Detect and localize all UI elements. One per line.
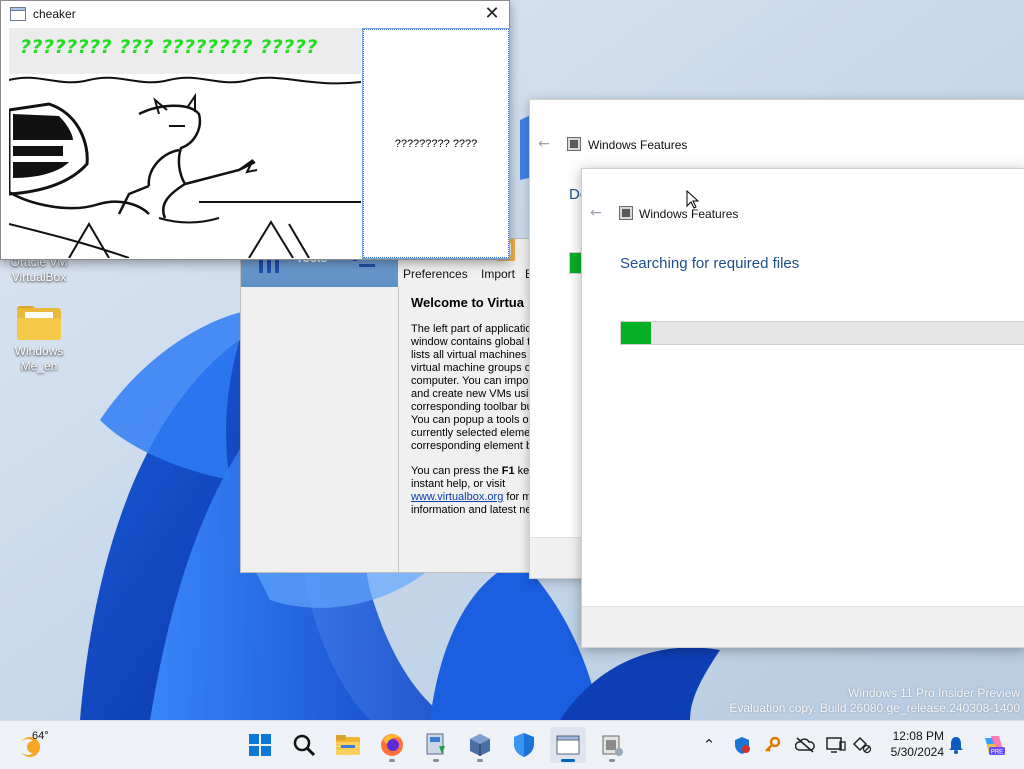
cartoon-drawing xyxy=(9,76,361,258)
desktop-icon-label: Windows xyxy=(14,344,64,358)
taskbar-defender[interactable] xyxy=(506,727,542,763)
folder-icon xyxy=(17,306,61,340)
firefox-icon xyxy=(381,734,403,756)
cheaker-window: cheaker ✕ ???????? ??? ???????? ????? ??… xyxy=(0,0,510,260)
close-button[interactable]: ✕ xyxy=(481,3,503,25)
chevron-up-icon[interactable]: ⌃ xyxy=(699,735,719,755)
defender-alert-icon[interactable] xyxy=(732,735,752,755)
f1-key: F1 xyxy=(501,465,515,477)
app-window-icon xyxy=(556,735,580,755)
check-button-label: ????????? ???? xyxy=(394,138,478,150)
import-button[interactable]: Import xyxy=(481,267,515,281)
shield-alert-icon xyxy=(735,737,750,754)
windows-features-icon xyxy=(619,206,633,220)
desktop-icon-label: Me_en xyxy=(20,359,58,373)
running-indicator xyxy=(433,759,439,762)
progress-fill xyxy=(621,322,652,344)
dialog-footer xyxy=(582,606,1024,647)
running-indicator xyxy=(609,759,615,762)
key-icon[interactable] xyxy=(763,735,783,755)
virtualbox-manager-window: Tools Preferences Import E Welcome to Vi… xyxy=(240,238,542,573)
copilot-glyph: PRE xyxy=(985,736,1005,756)
network-glyph xyxy=(852,736,872,754)
copilot-icon[interactable]: PRE xyxy=(980,735,1006,756)
mouse-pointer-icon xyxy=(686,190,700,209)
welcome-heading: Welcome to Virtua xyxy=(411,295,524,310)
taskbar-windows-features[interactable] xyxy=(594,727,630,763)
display-icon[interactable] xyxy=(826,735,846,755)
back-arrow-icon[interactable]: ← xyxy=(538,136,550,152)
progress-bar xyxy=(620,321,1024,345)
clock-time: 12:08 PM xyxy=(892,729,944,743)
active-indicator xyxy=(561,759,575,762)
monitor-glyph xyxy=(826,737,846,753)
cloud-glyph xyxy=(795,737,815,753)
machine-list-pane[interactable] xyxy=(241,287,399,572)
banner: ???????? ??? ???????? ????? xyxy=(9,28,361,74)
watermark-line2: Evaluation copy. Build 26080.ge_release.… xyxy=(729,701,1020,715)
help-text: information and latest ne xyxy=(411,504,532,516)
windows-logo-icon xyxy=(249,734,271,756)
taskbar-installer[interactable] xyxy=(418,727,454,763)
shield-icon xyxy=(514,733,534,757)
taskbar-file-explorer[interactable] xyxy=(330,727,366,763)
windows-features-icon xyxy=(567,137,581,151)
app-icon xyxy=(10,7,26,21)
search-button[interactable] xyxy=(286,727,322,763)
help-text: instant help, or visit xyxy=(411,478,506,490)
taskbar-firefox[interactable] xyxy=(374,727,410,763)
key-glyph xyxy=(765,736,781,752)
running-indicator xyxy=(477,759,483,762)
back-arrow-icon[interactable]: ← xyxy=(590,205,602,221)
bell-glyph xyxy=(949,737,963,754)
status-heading: Searching for required files xyxy=(620,255,800,272)
clock[interactable]: 12:08 PM 5/30/2024 xyxy=(891,728,944,760)
windows-features-dialog: ← Windows Features Searching for require… xyxy=(581,168,1024,648)
title-bar[interactable]: cheaker ✕ xyxy=(1,1,509,28)
taskbar-cheaker[interactable] xyxy=(550,727,586,763)
start-button[interactable] xyxy=(242,727,278,763)
desktop-icon-windows-me-folder[interactable]: Windows Me_en xyxy=(6,306,72,374)
taskbar-virtualbox[interactable] xyxy=(462,727,498,763)
clock-date: 5/30/2024 xyxy=(890,745,944,759)
cloud-offline-icon[interactable] xyxy=(795,735,815,755)
running-indicator xyxy=(389,759,395,762)
watermark-line1: Windows 11 Pro Insider Preview xyxy=(848,686,1020,700)
virtualbox-link[interactable]: www.virtualbox.org xyxy=(411,491,503,503)
cartoon-image xyxy=(9,74,361,258)
weather-widget[interactable]: 64° xyxy=(12,729,72,761)
file-explorer-icon xyxy=(336,735,360,755)
help-text: You can press the xyxy=(411,465,502,477)
preferences-button[interactable]: Preferences xyxy=(403,267,468,281)
desktop-icon-label: VirtualBox xyxy=(11,270,67,284)
windows-features-icon xyxy=(602,735,623,756)
virtualbox-icon xyxy=(470,734,490,756)
banner-text: ???????? ??? ???????? ????? xyxy=(20,36,318,58)
network-disconnected-icon[interactable] xyxy=(852,735,872,755)
window-title: cheaker xyxy=(33,7,76,21)
search-icon xyxy=(293,734,316,757)
notification-bell-icon[interactable] xyxy=(946,735,966,755)
dialog-title: Windows Features xyxy=(588,138,688,152)
check-button[interactable]: ????????? ???? xyxy=(362,28,510,259)
help-text: for m xyxy=(503,491,532,503)
svg-text:PRE: PRE xyxy=(991,750,1003,756)
installer-icon xyxy=(426,733,445,755)
taskbar: 64° ⌃ 12:08 PM 5/30/2024 PRE xyxy=(0,720,1024,769)
weather-temperature: 64° xyxy=(32,730,49,742)
